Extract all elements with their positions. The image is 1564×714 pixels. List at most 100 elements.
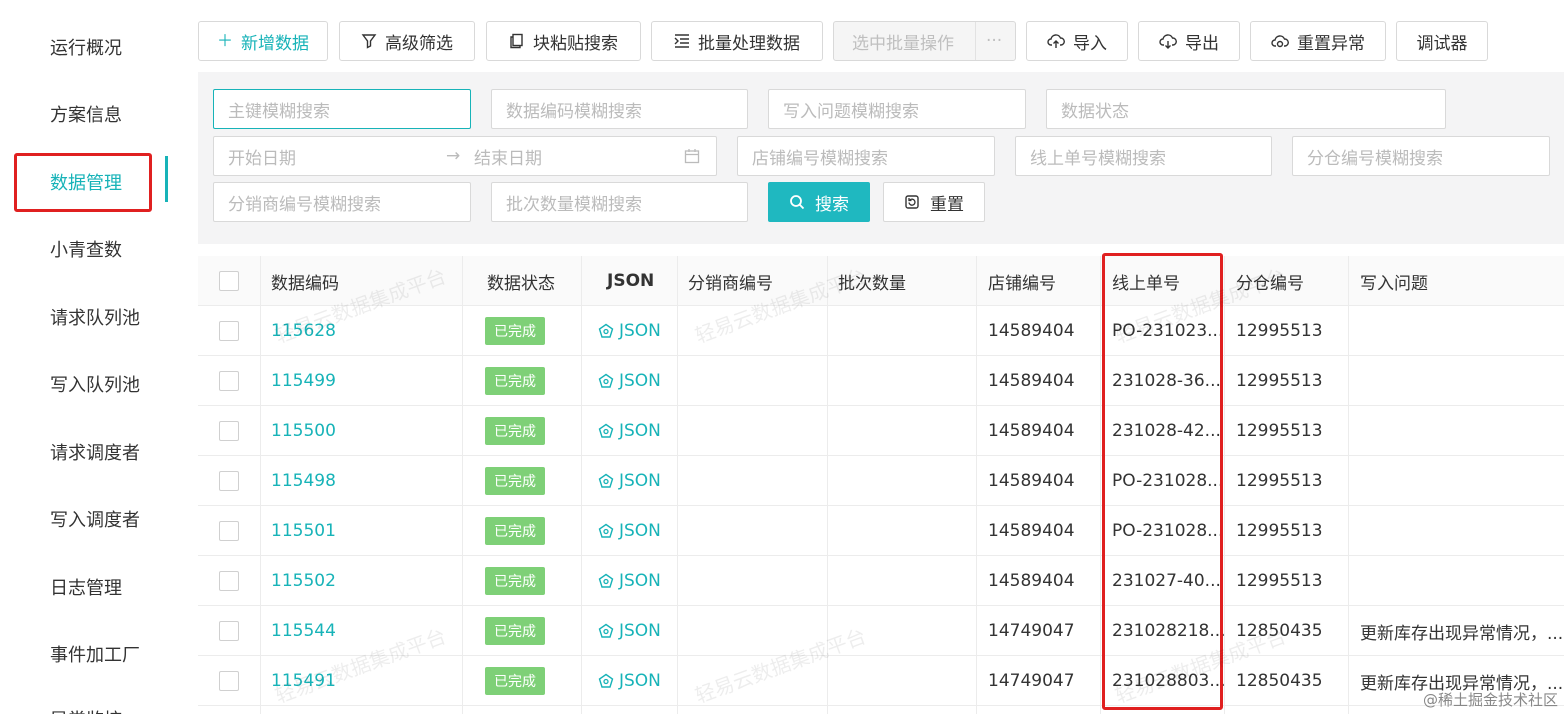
add-data-label: 新增数据 xyxy=(241,33,309,54)
sidebar-item-plan-info[interactable]: 方案信息 xyxy=(50,101,122,127)
store-code-search-input[interactable]: 店铺编号模糊搜索 xyxy=(737,136,995,176)
start-date-input[interactable]: 开始日期 xyxy=(228,144,296,169)
more-icon[interactable]: ··· xyxy=(986,31,1002,51)
sidebar-item-write-scheduler[interactable]: 写入调度者 xyxy=(50,506,140,532)
search-button[interactable]: 搜索 xyxy=(768,182,870,222)
sidebar-item-request-queue[interactable]: 请求队列池 xyxy=(50,304,140,330)
data-code-cell[interactable]: 115500 xyxy=(271,406,336,456)
status-badge: 已完成 xyxy=(485,367,545,395)
export-label: 导出 xyxy=(1185,33,1219,54)
table-row[interactable]: 115502 已完成 JSON 14589404 231027-40... 1299551… xyxy=(198,556,1564,606)
row-checkbox[interactable] xyxy=(219,321,239,341)
sidebar-item-log-management[interactable]: 日志管理 xyxy=(50,574,122,600)
data-code-search-input[interactable]: 数据编码模糊搜索 xyxy=(491,89,748,129)
warehouse-code-cell: 12850435 xyxy=(1236,671,1323,691)
column-header-store-code[interactable]: 店铺编号 xyxy=(988,256,1056,306)
data-code-cell[interactable]: 115501 xyxy=(271,506,336,556)
data-code-cell[interactable]: 115628 xyxy=(271,306,336,356)
json-link[interactable]: JSON xyxy=(598,521,661,541)
json-cell[interactable]: JSON xyxy=(598,656,661,706)
json-link[interactable]: JSON xyxy=(598,321,661,341)
cloud-download-icon xyxy=(1159,33,1177,49)
online-order-search-input[interactable]: 线上单号模糊搜索 xyxy=(1015,136,1272,176)
column-header-online-order[interactable]: 线上单号 xyxy=(1112,256,1180,306)
distributor-code-search-input[interactable]: 分销商编号模糊搜索 xyxy=(213,182,471,222)
row-checkbox[interactable] xyxy=(219,521,239,541)
json-cell[interactable]: JSON xyxy=(598,456,661,506)
paste-search-button[interactable]: 块粘贴搜索 xyxy=(486,21,641,61)
online-order-cell: PO-231028... xyxy=(1112,471,1224,491)
reset-error-button[interactable]: 重置异常 xyxy=(1250,21,1386,61)
sidebar-item-xiaoqing-query[interactable]: 小青查数 xyxy=(50,236,122,262)
import-button[interactable]: 导入 xyxy=(1026,21,1128,61)
table-row[interactable]: 115628 已完成 JSON 14589404 PO-231023... 1299551… xyxy=(198,306,1564,356)
write-issue-search-input[interactable]: 写入问题模糊搜索 xyxy=(768,89,1026,129)
end-date-input[interactable]: 结束日期 xyxy=(474,144,542,169)
data-code-cell[interactable]: 115498 xyxy=(271,456,336,506)
data-code-cell[interactable]: 115544 xyxy=(271,606,336,656)
table-row[interactable]: 115491 已完成 JSON 14749047 231028803... 1285043… xyxy=(198,656,1564,706)
sidebar-item-overview[interactable]: 运行概况 xyxy=(50,34,122,60)
row-checkbox[interactable] xyxy=(219,471,239,491)
table-row[interactable]: 115544 已完成 JSON 14749047 231028218... 1285043… xyxy=(198,606,1564,656)
export-button[interactable]: 导出 xyxy=(1138,21,1240,61)
batch-selected-button[interactable]: 选中批量操作 ··· xyxy=(833,21,1016,61)
sidebar-item-write-queue[interactable]: 写入队列池 xyxy=(50,371,140,397)
add-data-button[interactable]: ＋ 新增数据 xyxy=(198,21,328,61)
primary-key-search-input[interactable]: 主键模糊搜索 xyxy=(213,89,471,129)
row-checkbox[interactable] xyxy=(219,621,239,641)
warehouse-code-search-input[interactable]: 分仓编号模糊搜索 xyxy=(1292,136,1550,176)
table-row[interactable]: 115500 已完成 JSON 14589404 231028-42... 1299551… xyxy=(198,406,1564,456)
column-header-batch-qty[interactable]: 批次数量 xyxy=(838,256,906,306)
table-row[interactable]: 115498 已完成 JSON 14589404 PO-231028... 1299551… xyxy=(198,456,1564,506)
json-link[interactable]: JSON xyxy=(598,371,661,391)
store-code-cell: 14749047 xyxy=(988,671,1075,691)
json-cell[interactable]: JSON xyxy=(598,406,661,456)
store-code-cell: 14589404 xyxy=(988,471,1075,491)
column-header-data-status[interactable]: 数据状态 xyxy=(487,256,555,306)
sidebar-item-exception-monitor[interactable]: 异常监控 xyxy=(50,706,122,714)
json-cell[interactable]: JSON xyxy=(598,506,661,556)
warehouse-code-cell: 12995513 xyxy=(1236,471,1323,491)
json-link[interactable]: JSON xyxy=(598,671,661,691)
json-cell[interactable]: JSON xyxy=(598,556,661,606)
batch-process-button[interactable]: 批量处理数据 xyxy=(651,21,823,61)
status-cell: 已完成 xyxy=(485,606,545,656)
data-code-cell[interactable]: 115502 xyxy=(271,556,336,606)
status-badge: 已完成 xyxy=(485,617,545,645)
json-cell[interactable]: JSON xyxy=(598,606,661,656)
data-table: 数据编码 数据状态 JSON 分销商编号 批次数量 店铺编号 线上单号 分仓编号… xyxy=(198,256,1564,714)
column-header-json[interactable]: JSON xyxy=(607,256,654,306)
sidebar-item-data-management[interactable]: 数据管理 xyxy=(50,169,122,195)
column-header-data-code[interactable]: 数据编码 xyxy=(271,256,339,306)
row-checkbox[interactable] xyxy=(219,371,239,391)
batch-qty-search-input[interactable]: 批次数量模糊搜索 xyxy=(491,182,748,222)
column-header-distributor-code[interactable]: 分销商编号 xyxy=(688,256,773,306)
json-link[interactable]: JSON xyxy=(598,421,661,441)
row-checkbox[interactable] xyxy=(219,671,239,691)
json-icon xyxy=(598,323,614,339)
data-code-cell[interactable]: 115499 xyxy=(271,356,336,406)
date-range-picker[interactable]: 开始日期 → 结束日期 xyxy=(213,136,717,176)
cloud-upload-icon xyxy=(1047,33,1065,49)
table-row[interactable]: 115499 已完成 JSON 14589404 231028-36... 1299551… xyxy=(198,356,1564,406)
column-header-write-issue[interactable]: 写入问题 xyxy=(1360,256,1428,306)
table-row[interactable]: 115501 已完成 JSON 14589404 PO-231028... 1299551… xyxy=(198,506,1564,556)
sidebar-item-request-scheduler[interactable]: 请求调度者 xyxy=(50,439,140,465)
json-cell[interactable]: JSON xyxy=(598,306,661,356)
row-checkbox[interactable] xyxy=(219,421,239,441)
data-status-select[interactable]: 数据状态 xyxy=(1046,89,1446,129)
advanced-filter-button[interactable]: 高级筛选 xyxy=(339,21,475,61)
reset-button[interactable]: 重置 xyxy=(883,182,985,222)
json-link[interactable]: JSON xyxy=(598,471,661,491)
json-link[interactable]: JSON xyxy=(598,571,661,591)
data-code-cell[interactable]: 115491 xyxy=(271,656,336,706)
sidebar-item-event-factory[interactable]: 事件加工厂 xyxy=(50,641,140,667)
column-header-warehouse-code[interactable]: 分仓编号 xyxy=(1236,256,1304,306)
json-cell[interactable]: JSON xyxy=(598,356,661,406)
row-checkbox[interactable] xyxy=(219,571,239,591)
search-label: 搜索 xyxy=(815,194,849,215)
json-link[interactable]: JSON xyxy=(598,621,661,641)
debugger-button[interactable]: 调试器 xyxy=(1396,21,1488,61)
select-all-checkbox[interactable] xyxy=(219,271,239,291)
